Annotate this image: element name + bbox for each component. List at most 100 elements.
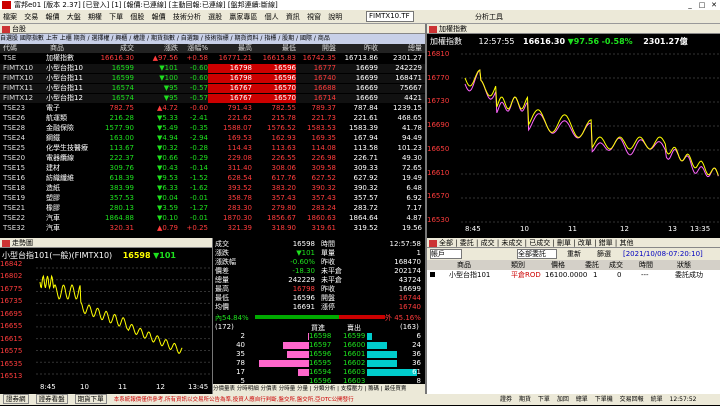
- detail-label: 未平倉: [321, 267, 342, 275]
- refresh-button[interactable]: 重新: [567, 248, 581, 260]
- close-button[interactable]: ✕: [708, 0, 720, 10]
- detail-label: 總量: [215, 276, 229, 284]
- quote-cell: 357.43: [271, 194, 297, 202]
- col-open[interactable]: 開盤: [296, 44, 336, 53]
- minimize-button[interactable]: _: [684, 0, 696, 10]
- quote-cell: 242229: [395, 64, 422, 72]
- col-prev[interactable]: 昨收: [336, 44, 378, 53]
- quote-row[interactable]: FIMTX12 小型台指12 16574 ▼95 -0.57 16767 16570 1671…: [0, 94, 425, 103]
- menu-item-screen[interactable]: 選股: [208, 13, 222, 21]
- quote-cell: 114.08: [311, 144, 337, 152]
- quote-cell: 1870.30: [223, 214, 252, 222]
- filter-link[interactable]: 篩選: [597, 248, 611, 260]
- status-order[interactable]: 下單: [538, 396, 550, 403]
- status-order-machine[interactable]: 下單機: [595, 396, 613, 403]
- quote-row[interactable]: TSE28 金融保險 1577.90 ▼5.49 -0.35 1588.07 1576.52…: [0, 124, 425, 133]
- quote-row[interactable]: TSE16 紡織纖維 618.39 ▼9.53 -1.52 628.54 617.76 627…: [0, 174, 425, 183]
- menu-item-stock[interactable]: 個股: [130, 13, 144, 21]
- quote-row[interactable]: TSE19 塑膠 357.53 ▼0.04 -0.01 358.78 357.43 357.4…: [0, 194, 425, 203]
- menu-item-market[interactable]: 大盤: [67, 13, 81, 21]
- y-tick-label: 16810: [427, 50, 450, 58]
- quote-cell: 222.37: [109, 154, 135, 162]
- quote-row[interactable]: FIMTX11 小型台指11 16574 ▼95 -0.57 16767 16570 1668…: [0, 84, 425, 93]
- detail-label: 最低: [215, 294, 229, 302]
- book-cell: 36: [412, 359, 421, 367]
- col-status[interactable]: 狀態: [677, 260, 691, 270]
- quote-row[interactable]: TSE26 航運類 216.28 ▼5.33 -2.41 221.62 215.78 221.…: [0, 114, 425, 123]
- quote-row[interactable]: TSE15 建材 309.76 ▼0.43 -0.14 311.40 308.06 309.5…: [0, 164, 425, 173]
- quote-row[interactable]: FIMTX10 小型台指11 16599 ▼100 -0.60 16798 16596 167…: [0, 74, 425, 83]
- status-futures[interactable]: 期貨: [519, 396, 531, 403]
- menu-item-file[interactable]: 檔案: [3, 13, 17, 21]
- status-report[interactable]: 交易回報: [620, 396, 644, 403]
- detail-tabs[interactable]: 分價量表 分時明細 分價表 分時量 分量 | 分類分析 | 支撐壓力 | 籌碼 …: [213, 384, 425, 394]
- menu-item-info[interactable]: 資訊: [286, 13, 300, 21]
- quote-cell: ▼5.33: [157, 114, 178, 122]
- status-tab-stock[interactable]: 證券網: [3, 394, 29, 404]
- quote-row[interactable]: TSE32 汽車 320.31 ▲0.79 +0.25 321.39 318.90 319.6…: [0, 224, 425, 233]
- quote-row[interactable]: TSE 加權指數 16616.30 ▲97.56 +0.58 16771.21 16615.…: [0, 54, 425, 63]
- quote-row[interactable]: TSE23 電子 782.75 ▲4.72 -0.60 791.43 782.55 789.3…: [0, 104, 425, 113]
- col-change[interactable]: 漲跌: [134, 44, 178, 53]
- x-tick-label: 8:45: [465, 225, 481, 233]
- maximize-button[interactable]: □: [696, 0, 708, 10]
- quote-tabs[interactable]: 自選股 國際指數 上市 上櫃 期貨 / 選擇權 / 興櫃 / 權證 / 期貨指數…: [0, 34, 425, 44]
- col-volume[interactable]: 總量: [378, 44, 422, 53]
- status-add[interactable]: 加回: [557, 396, 569, 403]
- menu-item-trade[interactable]: 交易: [24, 13, 38, 21]
- menu-item-window[interactable]: 視窗: [307, 13, 321, 21]
- quote-cell: -0.60: [189, 74, 208, 82]
- quote-row[interactable]: TSE20 電器纜線 222.37 ▼0.66 -0.29 229.08 226.55 226…: [0, 154, 425, 163]
- status-tab-watch[interactable]: 證券看盤: [35, 394, 68, 404]
- quote-cell: 628.54: [227, 174, 253, 182]
- col-type[interactable]: 類別: [511, 260, 525, 270]
- book-cell: 16602: [343, 359, 366, 367]
- col-high[interactable]: 最高: [208, 44, 252, 53]
- quote-cell: 283.24: [311, 204, 337, 212]
- col-product[interactable]: 商品: [457, 260, 471, 270]
- status-total[interactable]: 總單: [576, 396, 588, 403]
- quote-cell: 16713.86: [344, 54, 378, 62]
- quote-cell: 16599: [111, 74, 134, 82]
- quote-row[interactable]: TSE21 橡膠 280.13 ▼3.59 -1.27 283.30 279.80 283.2…: [0, 204, 425, 213]
- detail-label: 漲跌: [215, 249, 229, 257]
- quote-cell: 321.39: [227, 224, 253, 232]
- symbol-select[interactable]: FIMTX10.TF: [366, 11, 414, 22]
- status-securities[interactable]: 證券: [500, 396, 512, 403]
- status-consolidate[interactable]: 統單: [651, 396, 663, 403]
- index-chart-tab[interactable]: 加權指數: [439, 25, 467, 33]
- status-clock: 12:57:52: [669, 396, 697, 403]
- menu-item-order[interactable]: 下單: [109, 13, 123, 21]
- col-last[interactable]: 成交: [98, 44, 134, 53]
- order-row[interactable]: 小型台指101 平倉ROD 16100.0000 1 0 --- 委託成功: [427, 270, 720, 280]
- menu-item-quote[interactable]: 報價: [45, 13, 59, 21]
- quote-cell: 6.92: [406, 194, 422, 202]
- quote-row[interactable]: FIMTX10 小型台指10 16599 ▼101 -0.60 16798 16596 167…: [0, 64, 425, 73]
- status-tab-futures[interactable]: 期貨下單: [74, 394, 107, 404]
- col-filled[interactable]: 成交: [609, 260, 623, 270]
- menu-item-winner[interactable]: 贏家專區: [229, 13, 257, 21]
- order-filter-select[interactable]: 全部委託: [517, 249, 557, 259]
- quote-cell: ▲97.56: [152, 54, 178, 62]
- quote-row[interactable]: TSE18 造紙 383.99 ▼6.33 -1.62 393.52 383.20 390.3…: [0, 184, 425, 193]
- quote-row[interactable]: TSE22 汽車 1864.88 ▼0.10 -0.01 1870.30 1856.67 18…: [0, 214, 425, 223]
- menu-item-tech[interactable]: 技術分析: [173, 13, 201, 21]
- col-qty[interactable]: 委託: [585, 260, 599, 270]
- quote-row[interactable]: TSE25 化學生技醫療 113.67 ▼0.32 -0.28 114.43 113.63 1…: [0, 144, 425, 153]
- detail-label: 未平倉: [321, 276, 342, 284]
- menu-item-help[interactable]: 說明: [328, 13, 342, 21]
- futures-chart-tab[interactable]: 走勢圖: [12, 239, 33, 247]
- ask-count: (163): [400, 323, 419, 331]
- menu-item-quote2[interactable]: 報價: [152, 13, 166, 21]
- col-low[interactable]: 最低: [252, 44, 296, 53]
- menu-item-options[interactable]: 期權: [88, 13, 102, 21]
- menu-item-personal[interactable]: 個人: [265, 13, 279, 21]
- account-select[interactable]: 帳戶: [430, 249, 462, 259]
- quote-row[interactable]: TSE24 鋼鐵 163.00 ▼4.94 -2.94 169.53 162.93 169.3…: [0, 134, 425, 143]
- analysis-tools-button[interactable]: 分析工具: [475, 10, 503, 24]
- order-panel-tabs[interactable]: 全部 | 委託 | 成交 | 未成交 | 已成交 | 刪單 | 改單 | 錯單 …: [439, 239, 633, 247]
- col-pct[interactable]: 漲幅%: [178, 44, 208, 53]
- col-time[interactable]: 時間: [639, 260, 653, 270]
- quote-cell: 16742.35: [302, 54, 336, 62]
- col-price[interactable]: 價格: [551, 260, 565, 270]
